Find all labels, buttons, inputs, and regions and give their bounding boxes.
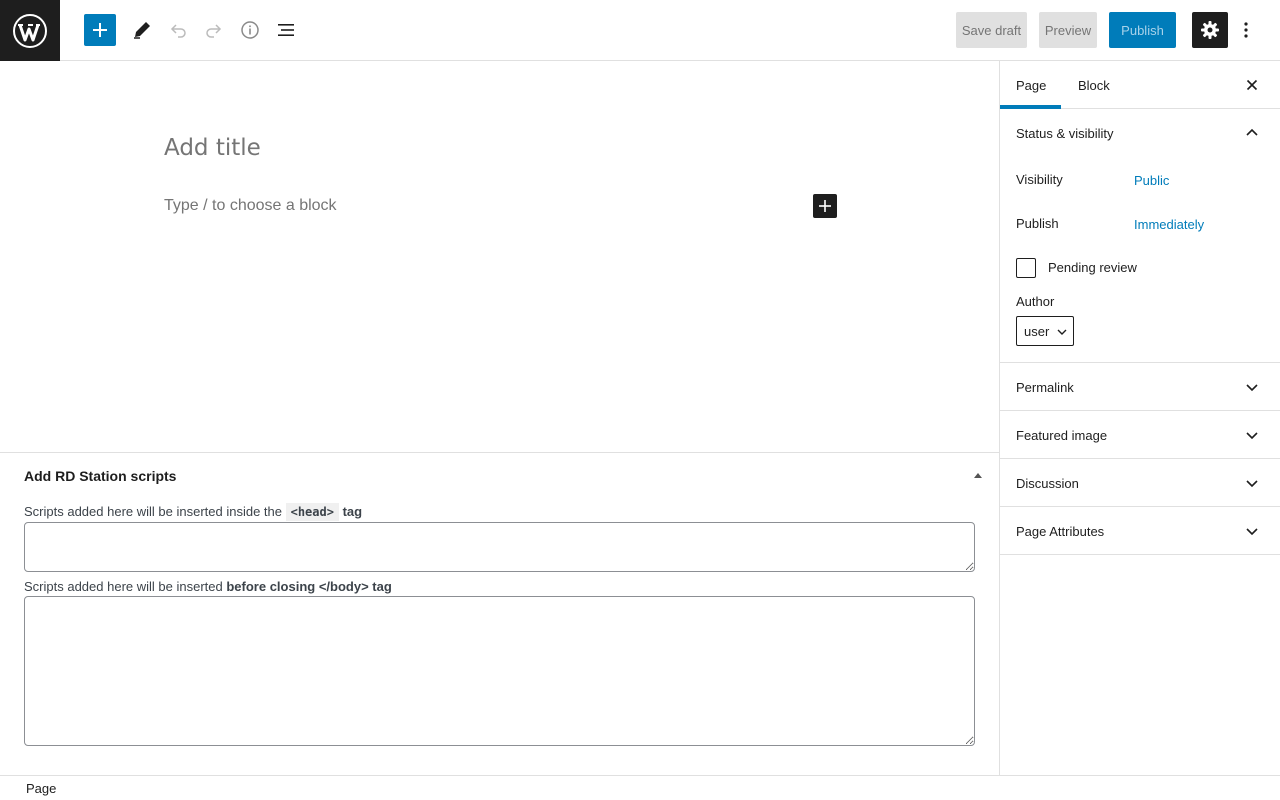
panel-page-attributes-title[interactable]: Page Attributes	[1016, 507, 1104, 555]
author-label: Author	[1016, 294, 1055, 309]
undo-icon	[170, 24, 186, 38]
panel-permalink[interactable]: Permalink	[1000, 363, 1280, 411]
details-button[interactable]	[234, 14, 266, 46]
add-block-button[interactable]	[84, 14, 116, 46]
publish-label: Publish	[1016, 216, 1059, 231]
plus-icon	[93, 23, 107, 37]
tab-page[interactable]: Page	[1000, 61, 1061, 109]
publish-button[interactable]: Publish	[1109, 12, 1176, 48]
chevron-down-icon	[1246, 432, 1258, 440]
redo-button[interactable]	[198, 14, 230, 46]
head-scripts-label-text: Scripts added here will be inserted insi…	[24, 504, 282, 519]
pending-review-checkbox[interactable]	[1016, 258, 1036, 278]
vertical-ellipsis-icon	[1244, 22, 1248, 38]
panel-permalink-title[interactable]: Permalink	[1016, 363, 1074, 411]
list-view-icon	[278, 24, 294, 36]
breadcrumb-page[interactable]: Page	[26, 781, 56, 796]
head-tag-code: <head>	[285, 503, 339, 521]
caret-up-icon	[974, 473, 982, 478]
settings-sidebar: Page Block Status & visibility Visibilit…	[999, 61, 1280, 775]
block-breadcrumb-bar: Page	[0, 775, 1280, 800]
plus-icon	[819, 200, 831, 212]
info-icon	[241, 21, 259, 39]
close-sidebar-button[interactable]	[1240, 73, 1264, 97]
panel-discussion[interactable]: Discussion	[1000, 459, 1280, 507]
chevron-down-icon	[1246, 528, 1258, 536]
close-icon	[1246, 79, 1258, 91]
visibility-toggle-link[interactable]: Public	[1134, 173, 1169, 188]
inline-add-block-button[interactable]	[813, 194, 837, 218]
list-view-button[interactable]	[270, 14, 302, 46]
settings-button[interactable]	[1192, 12, 1228, 48]
panel-status-visibility-toggle[interactable]: Status & visibility	[1016, 109, 1114, 157]
author-select-value: user	[1024, 323, 1050, 339]
redo-icon	[206, 24, 222, 38]
save-draft-button[interactable]: Save draft	[956, 12, 1027, 48]
wordpress-logo-icon[interactable]	[0, 0, 60, 61]
panel-discussion-title[interactable]: Discussion	[1016, 459, 1079, 507]
chevron-up-icon[interactable]	[1244, 125, 1260, 141]
body-scripts-label-text: Scripts added here will be inserted	[24, 579, 223, 594]
metabox-toggle-button[interactable]	[971, 469, 985, 486]
edit-tools-button[interactable]	[126, 14, 158, 46]
chevron-down-icon	[1246, 480, 1258, 488]
panel-status-visibility: Status & visibility Visibility Public Pu…	[1000, 109, 1280, 363]
tab-block[interactable]: Block	[1062, 61, 1126, 109]
preview-button[interactable]: Preview	[1039, 12, 1097, 48]
body-scripts-label: Scripts added here will be inserted befo…	[24, 579, 392, 594]
metabox-title: Add RD Station scripts	[24, 468, 177, 484]
pencil-icon	[134, 22, 150, 39]
panel-featured-image[interactable]: Featured image	[1000, 411, 1280, 459]
sidebar-tabs: Page Block	[1000, 61, 1280, 109]
head-scripts-textarea[interactable]	[24, 522, 975, 572]
chevron-down-icon	[1246, 384, 1258, 392]
head-tag-suffix: tag	[342, 504, 363, 519]
editor-canvas: Add title Type / to choose a block	[0, 61, 999, 452]
gear-icon	[1201, 21, 1219, 39]
visibility-label: Visibility	[1016, 172, 1063, 187]
rd-station-metabox: Add RD Station scripts Scripts added her…	[0, 452, 999, 775]
panel-featured-image-title[interactable]: Featured image	[1016, 411, 1107, 459]
head-scripts-label: Scripts added here will be inserted insi…	[24, 503, 363, 521]
default-block-appender[interactable]: Type / to choose a block	[164, 197, 337, 215]
more-options-button[interactable]	[1234, 12, 1258, 48]
author-select[interactable]: user	[1016, 316, 1074, 346]
body-scripts-textarea[interactable]	[24, 596, 975, 746]
publish-date-link[interactable]: Immediately	[1134, 217, 1204, 232]
panel-page-attributes[interactable]: Page Attributes	[1000, 507, 1280, 555]
undo-button[interactable]	[162, 14, 194, 46]
body-scripts-label-bold: before closing </body> tag	[226, 579, 392, 594]
editor-header: Save draft Preview Publish	[0, 0, 1280, 61]
pending-review-label[interactable]: Pending review	[1048, 260, 1137, 275]
chevron-down-icon	[1057, 329, 1067, 335]
post-title-input[interactable]: Add title	[164, 135, 261, 161]
